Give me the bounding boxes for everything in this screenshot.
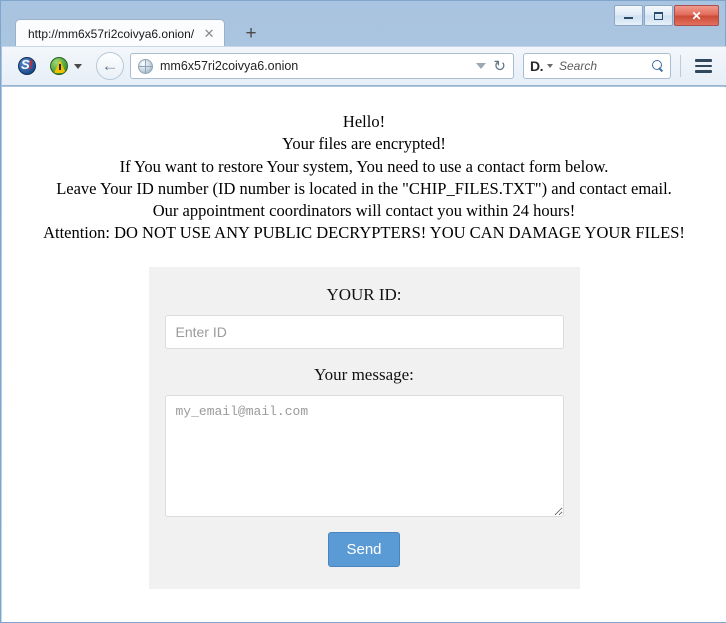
address-bar-text: mm6x57ri2coivya6.onion — [160, 59, 299, 73]
minimize-button[interactable] — [614, 5, 643, 26]
notice-line-5: Our appointment coordinators will contac… — [152, 201, 576, 221]
maximize-icon — [645, 6, 672, 25]
address-history-dropdown-icon[interactable] — [476, 63, 487, 69]
noscript-badge-icon[interactable]: S ! — [18, 57, 36, 75]
notice-line-1: Hello! — [342, 112, 386, 131]
close-button[interactable]: ✕ — [674, 5, 719, 26]
search-engine-icon[interactable]: D. — [530, 59, 544, 73]
back-button[interactable]: ← — [96, 52, 124, 80]
minimize-icon — [615, 6, 642, 25]
browser-window: ✕ http://mm6x57ri2coivya6.onion/ ✕ + S !… — [0, 0, 726, 623]
your-id-label: YOUR ID: — [326, 284, 402, 304]
new-tab-button[interactable]: + — [240, 24, 262, 45]
chevron-down-icon[interactable] — [74, 63, 82, 69]
shield-menu[interactable] — [50, 57, 82, 75]
id-input[interactable] — [164, 314, 564, 349]
address-bar[interactable]: mm6x57ri2coivya6.onion ↻ — [130, 53, 514, 79]
search-engine-dropdown-icon[interactable] — [547, 64, 553, 68]
tab-title: http://mm6x57ri2coivya6.onion/ — [28, 26, 195, 41]
window-controls: ✕ — [614, 5, 719, 26]
search-input[interactable]: Search — [559, 59, 652, 73]
search-bar[interactable]: D. Search — [523, 53, 671, 79]
tab-close-icon[interactable]: ✕ — [202, 27, 216, 41]
search-icon[interactable] — [652, 59, 665, 73]
browser-tab[interactable]: http://mm6x57ri2coivya6.onion/ ✕ — [15, 19, 225, 47]
contact-form-panel: YOUR ID: Your message: Send — [148, 266, 580, 589]
notice-line-attention: Attention: DO NOT USE ANY PUBLIC DECRYPT… — [43, 223, 685, 243]
notice-line-2: Your files are encrypted! — [282, 134, 446, 154]
toolbar-divider — [680, 55, 681, 77]
globe-icon — [138, 58, 153, 74]
navigation-toolbar: S ! ← mm6x57ri2coivya6.onion ↻ D. Search — [2, 46, 726, 86]
back-arrow-icon: ← — [101, 55, 119, 75]
your-message-label: Your message: — [314, 364, 414, 384]
menu-icon[interactable] — [690, 53, 716, 79]
page-content: Hello! Your files are encrypted! If You … — [2, 87, 726, 622]
noscript-exclamation: ! — [28, 57, 33, 72]
notice-line-3: If You want to restore Your system, You … — [119, 156, 609, 176]
close-icon: ✕ — [691, 8, 702, 23]
maximize-button[interactable] — [644, 5, 673, 26]
send-button[interactable]: Send — [328, 531, 400, 567]
ransom-notice: Hello! Your files are encrypted! If You … — [2, 111, 726, 245]
message-input[interactable] — [164, 394, 564, 517]
shield-icon[interactable] — [50, 57, 68, 75]
reload-icon[interactable]: ↻ — [493, 59, 506, 74]
notice-line-4: Leave Your ID number (ID number is locat… — [56, 178, 672, 198]
send-button-row: Send — [165, 531, 564, 567]
